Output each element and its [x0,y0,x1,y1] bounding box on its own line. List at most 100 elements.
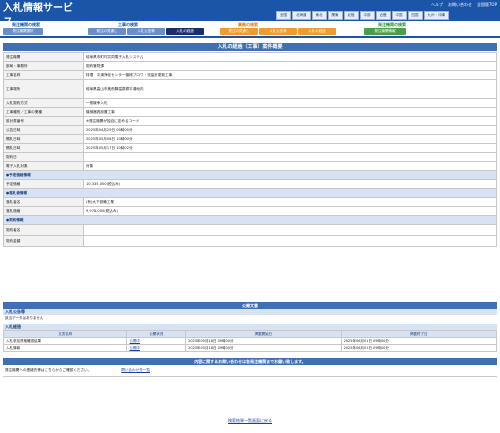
document-end-date: 2025年06月01日 09時00分 [340,344,498,352]
public-documents-section: 公開文書 入札公告等 該当データはありません 入札経過 文書名称 公開状況 掲載… [2,302,498,352]
column-header: 掲載終了日 [340,330,498,338]
region-tab[interactable]: 九州・沖縄 [423,11,449,20]
tab-construction-notice[interactable]: 入札公告等 [127,28,165,35]
region-tab[interactable]: 近畿 [375,11,391,20]
row-value: 岐阜県高山市奥飛騨温泉郷平湯地内 [83,79,497,99]
table-row: 開札日時 2025年05月17日 10時02分 [3,143,497,153]
contact-label: 発注機関への連絡先等はこちらからご確認ください。 [5,368,92,372]
document-status-link[interactable]: 公開中 [126,344,187,352]
table-row: 予定価格 10,335,000(税込み) [3,179,497,189]
row-value: ※発注機関が独自に定めるコード [83,116,497,126]
table-row: 契約金額 [3,235,497,247]
table-row: 工事種別／工事の業種 機械器具設置工事 [3,107,497,117]
document-status-link[interactable]: 公開中 [126,337,187,345]
row-label: 開札日時 [3,143,84,153]
table-row: 落札価格 9,978,000(税込み) [3,206,497,216]
contact-section: 内容に関するお問い合わせは各発注機関までお願い致します。 発注機関への連絡先等は… [3,358,497,377]
tab-service-notice[interactable]: 入札公告等 [259,28,297,35]
table-row: 開札日時 2025年05月08日 10時00分 [3,134,497,144]
row-value: (有)大下設備工業 [83,197,497,207]
tab-service-progress[interactable]: 入札の経過 [298,28,336,35]
region-tab[interactable]: 四国 [407,11,423,20]
row-label: 契約金額 [3,235,84,247]
table-header-row: 文書名称 公開状況 掲載開始日 掲載終了日 [2,330,498,338]
row-label: 設計書番号 [3,116,84,126]
documents-table: 文書名称 公開状況 掲載開始日 掲載終了日 入札参加資格確認結果 公開中 202… [2,330,498,352]
tab-construction-progress[interactable]: 入札の経過 [166,28,204,35]
header-bar: 入札情報サービス ヘルプ お問い合わせ 全国版TOP 全国 北海道 東北 関東 … [0,0,500,28]
row-label: 入札契約方式 [3,98,84,108]
row-value: 対象 [83,161,497,171]
tab-service-outlook[interactable]: 発注の見通し [220,28,258,35]
region-tab[interactable]: 関東 [327,11,343,20]
row-value: 機械器具設置工事 [83,107,497,117]
contact-row: 発注機関への連絡先等はこちらからご確認ください。 問い合わせ先一覧 [3,365,497,377]
row-value [83,152,497,162]
region-tab[interactable]: 全国 [276,11,291,20]
region-tab[interactable]: 北海道 [292,11,311,20]
table-row: 落札者名 (有)大下設備工業 [3,197,497,207]
tab-agency-select[interactable]: 発注機関選択 [3,28,43,35]
row-label: 開札日時 [3,134,84,144]
contact-title: 内容に関するお問い合わせは各発注機関までお願い致します。 [3,358,497,365]
contact-list-link[interactable]: 問い合わせ先一覧 [121,368,150,373]
public-documents-title: 公開文書 [3,302,497,309]
help-link[interactable]: ヘルプ [431,2,443,8]
winner-section-header: ●落札者情報 [3,188,497,198]
row-label: 契約者名 [3,224,84,236]
row-value: 2025年05月17日 10時02分 [83,143,497,153]
document-name: 入札参加資格確認結果 [2,337,128,345]
case-summary-table: 発注機関 岐阜県市町村共同電子入札システム 部局・事務所 契約管財課 工事名称 特環 … [3,52,497,247]
contract-section-header: ●契約情報 [3,215,497,225]
table-row: 契約者名 [3,224,497,236]
row-value [83,235,497,247]
table-row: 入札参加資格確認結果 公開中 2025年05月18日 09時00分 2025年0… [2,337,498,345]
tab-agency-info[interactable]: 発注機関情報 [364,28,406,35]
price-section-header: ●予定価格情報 [3,170,497,180]
table-row: 設計書番号 ※発注機関が独自に定めるコード [3,116,497,126]
top-links: ヘルプ お問い合わせ 全国版TOP [431,2,497,8]
region-tabs: 全国 北海道 東北 関東 北陸 中部 近畿 中国 四国 九州・沖縄 [276,11,449,20]
row-value: 一般競争入札 [83,98,497,108]
row-label: 工事種別／工事の業種 [3,107,84,117]
table-row: 発注機関 岐阜県市町村共同電子入札システム [3,52,497,62]
region-tab[interactable]: 北陸 [343,11,359,20]
table-row: 電子入札対象 対象 [3,161,497,171]
page-title: 入札の経過（工事）案件概要 [3,43,497,51]
site-logo[interactable]: 入札情報サービス [3,2,81,28]
row-value: 岐阜県市町村共同電子入札システム [83,52,497,62]
region-tab[interactable]: 東北 [311,11,327,20]
table-row: 公告日時 2025年04月29日 09時00分 [3,125,497,135]
row-value: 10,335,000(税込み) [83,179,497,189]
table-row: 工事名称 特環 平湯浄化センター機械ブロワ・流量計更新工事 [3,70,497,80]
row-label: 工事場所 [3,79,84,99]
column-header: 文書名称 [2,330,128,338]
row-label: 契約日 [3,152,84,162]
row-value: 特環 平湯浄化センター機械ブロワ・流量計更新工事 [83,70,497,80]
section-header-row: ●予定価格情報 [3,170,497,180]
region-tab[interactable]: 中部 [359,11,375,20]
row-label: 工事名称 [3,70,84,80]
section-header-row: ●落札者情報 [3,188,497,198]
region-tab[interactable]: 中国 [391,11,407,20]
table-row: 部局・事務所 契約管財課 [3,61,497,71]
national-top-link[interactable]: 全国版TOP [477,2,497,8]
tab-construction-outlook[interactable]: 発注の見通し [88,28,126,35]
row-label: 落札者名 [3,197,84,207]
row-value: 2025年04月29日 09時00分 [83,125,497,135]
back-to-results-link[interactable]: 検索結果一覧画面に戻る [0,418,500,424]
table-row: 入札情報 公開中 2025年05月18日 09時00分 2025年06月01日 … [2,344,498,352]
row-label: 部局・事務所 [3,61,84,71]
contact-link[interactable]: お問い合わせ [448,2,472,8]
column-header: 公開状況 [126,330,187,338]
section-header-row: ●契約情報 [3,215,497,225]
row-value [83,224,497,236]
document-start-date: 2025年05月18日 09時00分 [185,344,342,352]
row-label: 電子入札対象 [3,161,84,171]
column-header: 掲載開始日 [185,330,342,338]
nav-divider [0,36,500,38]
row-label: 発注機関 [3,52,84,62]
document-end-date: 2025年06月01日 09時00分 [340,337,498,345]
row-value: 契約管財課 [83,61,497,71]
table-row: 入札契約方式 一般競争入札 [3,98,497,108]
